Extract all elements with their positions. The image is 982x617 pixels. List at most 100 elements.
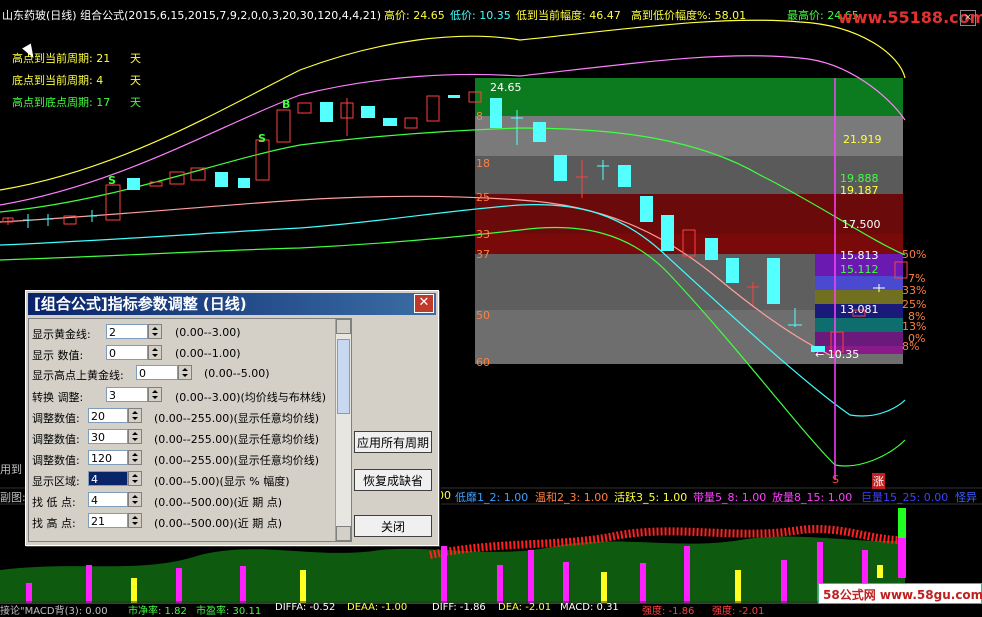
restore-default-button[interactable]: 恢复成缺省: [354, 469, 432, 491]
spinner-icon[interactable]: [128, 429, 142, 444]
indicator-00: 00: [437, 489, 451, 502]
volume-mark-zhang: 涨: [872, 473, 885, 489]
dialog-title[interactable]: [组合公式]指标参数调整 (日线): [28, 293, 436, 315]
indicator-diming: 低靡1_2: 1.00: [455, 491, 529, 504]
fib-33: 33: [476, 228, 490, 241]
signal-b-1: B: [282, 98, 291, 111]
spinner-icon[interactable]: [128, 492, 142, 507]
deaa-value: DEAA: -1.00: [347, 602, 408, 613]
scroll-down-icon[interactable]: [336, 526, 351, 541]
pct-50: 50%: [902, 248, 927, 261]
high-to-low-label: 高到低价幅度%: 58.01: [631, 9, 747, 22]
level-19187: 19.187: [840, 184, 879, 197]
signal-s-2: S: [258, 132, 266, 145]
price-low-label: ← 10.35: [815, 348, 860, 361]
fib-25: 25: [476, 191, 490, 204]
low-to-now-period: 底点到当前周期: 4: [12, 74, 104, 87]
diffa-value: DIFFA: -0.52: [275, 602, 336, 613]
param-input[interactable]: 0: [106, 345, 148, 360]
fib-zones: [475, 78, 903, 364]
pb-ratio: 市净率: 1.82: [128, 606, 187, 617]
param-label: 显示区域:: [32, 475, 80, 488]
signal-s-1: S: [108, 174, 116, 187]
level-15112: 15.112: [840, 263, 879, 276]
spinner-icon[interactable]: [128, 450, 142, 465]
param-range: (0.00--5.00): [204, 367, 270, 380]
param-range: (0.00--500.00)(近 期 点): [154, 517, 283, 530]
high-to-now-unit: 天: [130, 52, 141, 65]
param-input[interactable]: 30: [88, 429, 128, 444]
param-range: (0.00--500.00)(近 期 点): [154, 496, 283, 509]
low-to-now-label: 低到当前幅度: 46.47: [516, 9, 621, 22]
high-price-label: 高价: 24.65: [384, 9, 445, 22]
price-high-label: 24.65: [490, 81, 522, 94]
indicator-guaiyi: 怪异: [955, 491, 977, 504]
param-range: (0.00--1.00): [175, 347, 241, 360]
pct-33: 33%: [902, 284, 927, 297]
chart-close-icon[interactable]: ×: [960, 10, 976, 26]
high-to-low-unit: 天: [130, 96, 141, 109]
param-input[interactable]: 2: [106, 324, 148, 339]
spinner-icon[interactable]: [148, 387, 162, 402]
param-input[interactable]: 4: [88, 471, 128, 486]
param-input[interactable]: 3: [106, 387, 148, 402]
param-label: 调整数值:: [32, 412, 80, 425]
param-dialog: [组合公式]指标参数调整 (日线) ✕ 显示黄金线: 2 (0.00--3.00…: [25, 290, 439, 546]
param-label: 显示 数值:: [32, 349, 84, 362]
param-input[interactable]: 20: [88, 408, 128, 423]
param-input[interactable]: 4: [88, 492, 128, 507]
param-input[interactable]: 0: [136, 365, 178, 380]
pe-ratio: 市盈率: 30.11: [196, 606, 262, 617]
high-to-low-period: 高点到底点周期: 17: [12, 96, 111, 109]
param-label: 显示高点上黄金线:: [32, 369, 124, 382]
spinner-icon[interactable]: [128, 471, 142, 486]
indicator-juliang: 巨量15_25: 0.00: [861, 491, 949, 504]
param-range: (0.00--255.00)(显示任意均价线): [154, 412, 320, 425]
diff-value: DIFF: -1.86: [432, 602, 486, 613]
spinner-icon[interactable]: [148, 324, 162, 339]
fib-50: 50: [476, 309, 490, 322]
param-label: 找 高 点:: [32, 517, 76, 530]
level-13081: 13.081: [840, 303, 879, 316]
indicator-wenhe: 温和2_3: 1.00: [535, 491, 609, 504]
scroll-thumb[interactable]: [337, 339, 350, 414]
watermark-58gu: 58公式网 www.58gu.com: [818, 583, 982, 604]
strength-2: 强度: -2.01: [712, 606, 765, 617]
spinner-icon[interactable]: [128, 513, 142, 528]
scroll-up-icon[interactable]: [336, 319, 351, 334]
apply-all-periods-button[interactable]: 应用所有周期: [354, 431, 432, 453]
chart-header: 山东药玻(日线) 组合公式(2015,6,15,2015,7,9,2,0,0,3…: [0, 0, 982, 30]
param-label: 找 低 点:: [32, 496, 76, 509]
indicator-dailiang: 带量5_8: 1.00: [693, 491, 767, 504]
param-input[interactable]: 120: [88, 450, 128, 465]
dialog-scrollbar[interactable]: [335, 319, 351, 541]
param-range: (0.00--3.00)(均价线与布林线): [175, 391, 327, 404]
param-range: (0.00--5.00)(显示 % 幅度): [154, 475, 290, 488]
spinner-icon[interactable]: [178, 365, 192, 380]
indicator-fangliang: 放量8_15: 1.00: [772, 491, 853, 504]
dea-value: DEA: -2.01: [498, 602, 552, 613]
param-list: 显示黄金线: 2 (0.00--3.00) 显示 数值: 0 (0.00--1.…: [28, 318, 352, 542]
param-label: 调整数值:: [32, 454, 80, 467]
fib-8: 8: [476, 110, 483, 123]
dialog-close-button[interactable]: ✕: [414, 294, 434, 313]
spinner-icon[interactable]: [128, 408, 142, 423]
fib-18: 18: [476, 157, 490, 170]
watermark-58gu-text: 58公式网 www.58gu.com: [823, 588, 982, 602]
strength-1: 强度: -1.86: [642, 606, 695, 617]
close-button[interactable]: 关闭: [354, 515, 432, 537]
param-label: 转换 调整:: [32, 391, 84, 404]
param-range: (0.00--255.00)(显示任意均价线): [154, 454, 320, 467]
param-label: 调整数值:: [32, 433, 80, 446]
param-range: (0.00--3.00): [175, 326, 241, 339]
param-input[interactable]: 21: [88, 513, 128, 528]
level-15813: 15.813: [840, 249, 879, 262]
level-17500: 17.500: [842, 218, 881, 231]
volume-mark-s: S: [832, 473, 839, 486]
param-label: 显示黄金线:: [32, 328, 91, 341]
level-21919: 21.919: [843, 133, 882, 146]
spinner-icon[interactable]: [148, 345, 162, 360]
macd-title: 接论"MACD背(3): 0.00: [0, 606, 108, 617]
indicator-huoyue: 活跃3_5: 1.00: [614, 491, 688, 504]
low-price-label: 低价: 10.35: [450, 9, 511, 22]
